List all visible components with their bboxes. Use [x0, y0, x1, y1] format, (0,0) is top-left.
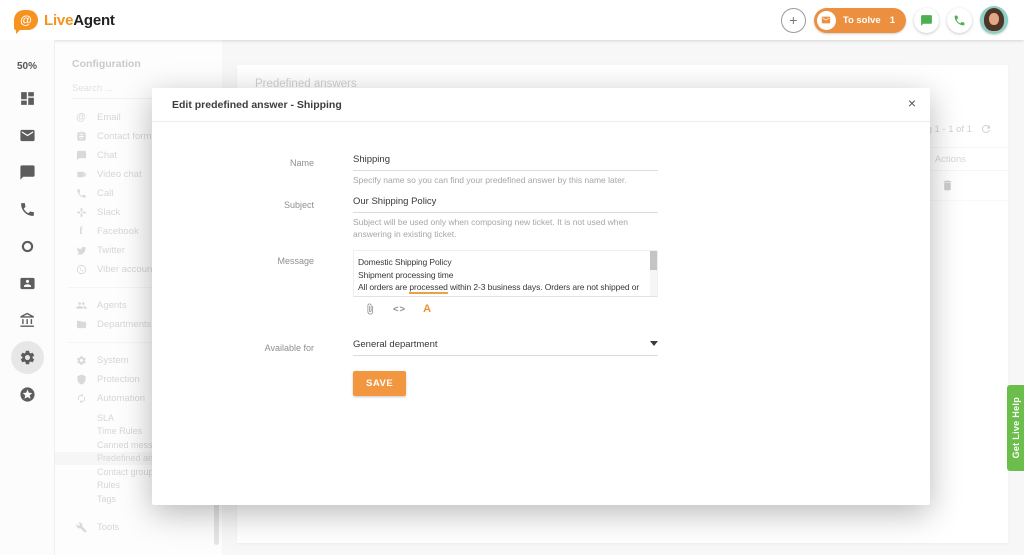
subject-helper-text: Subject will be used only when composing…: [353, 217, 658, 241]
modal-title: Edit predefined answer - Shipping: [172, 99, 342, 111]
rail-configuration-button[interactable]: [0, 339, 54, 376]
left-icon-rail: 50%: [0, 40, 55, 555]
gear-icon: [19, 349, 36, 366]
subject-label: Subject: [152, 200, 314, 210]
header-actions: + To solve 1: [781, 6, 1024, 34]
rail-dashboard-button[interactable]: [0, 80, 54, 117]
subject-input[interactable]: Our Shipping Policy: [353, 196, 658, 213]
message-toolbar: <> A: [364, 303, 431, 315]
code-view-icon[interactable]: <>: [393, 304, 406, 315]
logo-at-glyph: @: [20, 13, 32, 27]
dropdown-caret-icon: [650, 341, 658, 346]
name-field-group: Shipping Specify name so you can find yo…: [353, 154, 658, 187]
get-live-help-label: Get Live Help: [1011, 397, 1021, 458]
usage-percent-badge: 50%: [17, 61, 37, 72]
dashboard-icon: [19, 90, 36, 107]
plus-icon: +: [789, 13, 797, 27]
available-for-select[interactable]: General department: [353, 339, 658, 356]
spellcheck-marked-word: processed: [409, 282, 447, 294]
contact-card-icon: [19, 275, 36, 292]
save-button[interactable]: SAVE: [353, 371, 406, 396]
user-avatar[interactable]: [980, 6, 1008, 34]
chat-icon: [920, 14, 933, 27]
envelope-icon: [19, 127, 36, 144]
rail-tickets-button[interactable]: [0, 117, 54, 154]
create-new-button[interactable]: +: [781, 8, 806, 33]
get-live-help-tab[interactable]: Get Live Help: [1007, 385, 1024, 471]
message-field-group: Domestic Shipping Policy Shipment proces…: [353, 250, 658, 297]
chat-bubble-icon: [19, 164, 36, 181]
liveagent-logo: @ LiveAgent: [0, 10, 115, 30]
phone-icon: [953, 14, 966, 27]
logo-live: Live: [44, 12, 73, 29]
message-line-1: Domestic Shipping Policy: [358, 256, 645, 269]
available-for-value: General department: [353, 339, 438, 350]
start-chat-button[interactable]: [914, 8, 939, 33]
rail-billing-button[interactable]: [0, 302, 54, 339]
rail-chat-button[interactable]: [0, 154, 54, 191]
modal-header: Edit predefined answer - Shipping: [152, 88, 930, 122]
bank-icon: [19, 312, 36, 329]
logo-text: LiveAgent: [44, 12, 115, 29]
start-call-button[interactable]: [947, 8, 972, 33]
message-line-2: Shipment processing time: [358, 269, 645, 282]
message-scrollbar[interactable]: [650, 251, 657, 296]
available-for-label: Available for: [152, 343, 314, 353]
to-solve-button[interactable]: To solve 1: [814, 8, 906, 33]
logo-agent: Agent: [73, 12, 115, 29]
star-circle-icon: [19, 386, 36, 403]
font-color-icon[interactable]: A: [423, 303, 431, 315]
message-textarea[interactable]: Domestic Shipping Policy Shipment proces…: [353, 250, 658, 297]
ticket-icon: [817, 11, 836, 30]
rail-call-button[interactable]: [0, 191, 54, 228]
phone-icon: [19, 201, 36, 218]
name-label: Name: [152, 158, 314, 168]
close-icon[interactable]: ×: [908, 96, 916, 110]
rail-customers-button[interactable]: [0, 265, 54, 302]
name-helper-text: Specify name so you can find your predef…: [353, 175, 658, 187]
available-for-field-group: General department: [353, 339, 658, 356]
message-line-3: All orders are processed within 2-3 busi…: [358, 281, 645, 294]
name-input[interactable]: Shipping: [353, 154, 658, 171]
ring-icon: [19, 238, 36, 255]
top-header: @ LiveAgent + To solve 1: [0, 0, 1024, 40]
attach-file-icon[interactable]: [364, 303, 376, 315]
logo-bubble-icon: @: [14, 10, 38, 30]
rail-social-button[interactable]: [0, 228, 54, 265]
active-rail-highlight: [11, 341, 44, 374]
rail-gamification-button[interactable]: [0, 376, 54, 413]
message-scrollbar-thumb[interactable]: [650, 251, 657, 270]
message-label: Message: [152, 256, 314, 266]
subject-field-group: Our Shipping Policy Subject will be used…: [353, 196, 658, 241]
to-solve-count-badge: 1: [890, 15, 895, 26]
to-solve-label: To solve: [843, 15, 881, 26]
edit-predefined-answer-modal: Edit predefined answer - Shipping × Name…: [152, 88, 930, 505]
